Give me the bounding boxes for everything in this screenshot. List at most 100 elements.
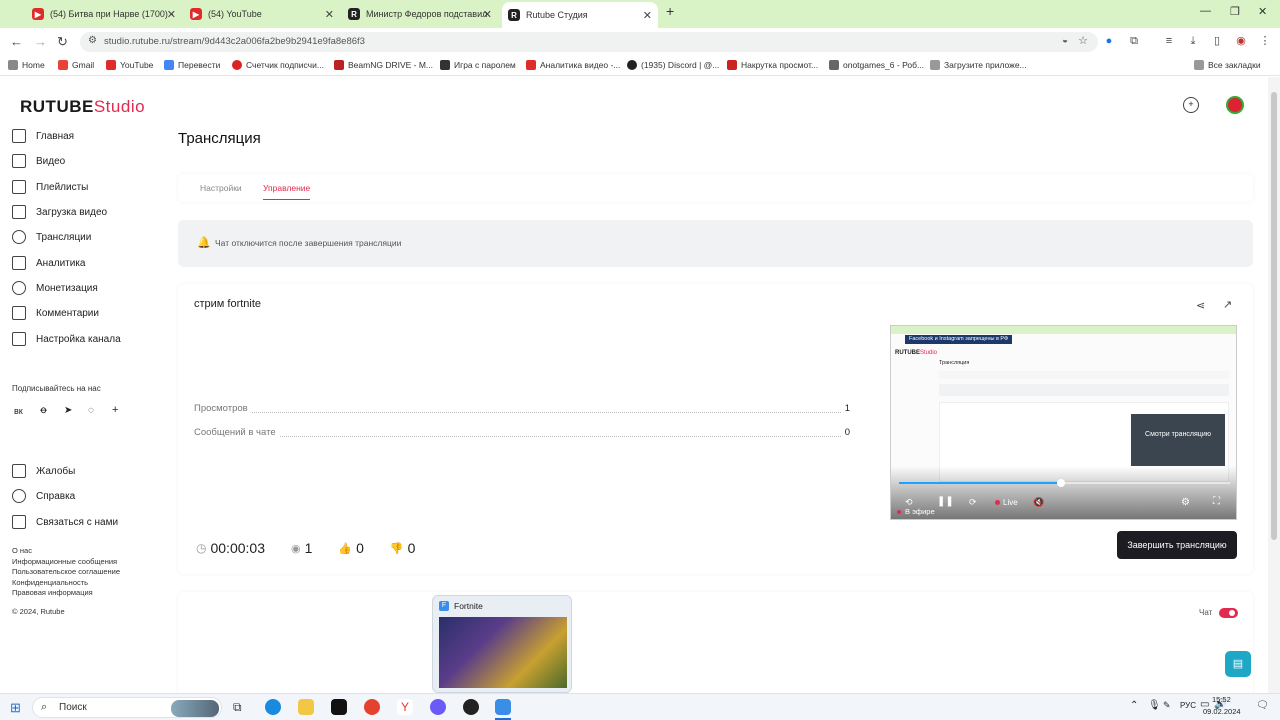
bookmark-item[interactable]: YouTube [106,60,153,70]
avatar[interactable] [1226,96,1244,114]
footer-link-info[interactable]: Информационные сообщения [12,557,117,566]
chat-toggle[interactable] [1219,608,1238,618]
upload-icon[interactable]: + [1183,97,1199,113]
site-info-icon[interactable]: ⚙ [88,35,97,46]
sidebar-item-monetization[interactable]: Монетизация [12,281,98,295]
finish-stream-button[interactable]: Завершить трансляцию [1117,531,1237,559]
live-label[interactable]: Live [1003,498,1018,507]
download-icon[interactable]: ⤓ [1187,35,1199,47]
footer-link-legal[interactable]: Правовая информация [12,588,93,597]
playlist-icon [12,180,26,194]
puzzle-icon[interactable]: ⧉ [1128,35,1140,47]
external-link-icon[interactable]: ↗ [1223,298,1232,311]
discord-icon[interactable] [430,699,446,715]
bookmark-item[interactable]: Загрузите приложе... [930,60,1027,70]
close-icon[interactable]: ✕ [643,9,652,22]
bookmark-item[interactable]: Gmail [58,60,94,70]
explorer-icon[interactable] [298,699,314,715]
share-icon[interactable]: ⋖ [1196,299,1205,312]
sidebar-item-contact[interactable]: Связаться с нами [12,515,118,529]
bookmark-item[interactable]: Аналитика видео -... [526,60,620,70]
bookmark-item[interactable]: (1935) Discord | @... [627,60,719,70]
fortnite-taskbar-icon[interactable] [495,699,511,715]
viewers-icon: ◉ [290,542,301,555]
browser-tab[interactable]: R Министр Федоров подставил ✕ [342,4,498,24]
edge-icon[interactable] [265,699,281,715]
sidebar-item-analytics[interactable]: Аналитика [12,256,86,270]
reading-list-icon[interactable]: ≡ [1163,35,1175,47]
vk-icon[interactable]: вк [14,406,23,416]
new-tab-button[interactable]: + [666,3,674,19]
menu-icon[interactable]: ⋮ [1259,35,1271,47]
taskbar-search[interactable]: ⌕ Поиск [32,697,222,718]
clock-date[interactable]: 09.02.2024 [1203,707,1241,716]
pause-icon[interactable]: ❚❚ [937,496,954,507]
close-icon[interactable]: ✕ [167,8,176,21]
tab-management[interactable]: Управление [263,183,311,200]
footer-link-terms[interactable]: Пользовательское соглашение [12,567,120,576]
url-input[interactable]: ⚙ studio.rutube.ru/stream/9d443c2a006fa2… [80,32,1098,52]
sidebar-item-upload[interactable]: Загрузка видео [12,205,107,219]
language-indicator[interactable]: РУС [1180,701,1196,710]
forward-icon[interactable]: → [34,34,47,49]
bookmark-item[interactable]: Перевести [164,60,220,70]
back-icon[interactable]: ← [10,34,23,49]
minimize-icon[interactable]: — [1200,5,1211,17]
bookmark-item[interactable]: Накрутка просмот... [727,60,818,70]
pen-icon[interactable]: ✎ [1163,700,1171,711]
settings-icon[interactable]: ⚙ [1181,497,1190,508]
whatsapp-icon[interactable]: ◌ [88,405,94,416]
profile-avatar[interactable]: ◉ [1235,35,1247,47]
sidebar-item-comments[interactable]: Комментарии [12,306,99,320]
tiktok-icon[interactable] [331,699,347,715]
stream-player[interactable]: Facebook и Instagram запрещены в РФ RUTU… [890,325,1237,520]
close-icon[interactable]: ✕ [483,8,492,21]
chevron-up-icon[interactable]: ⌃ [1130,700,1138,711]
footer-link-privacy[interactable]: Конфиденциальность [12,578,88,587]
task-view-icon[interactable]: ⧉ [233,700,242,715]
obs-icon[interactable] [463,699,479,715]
mute-icon[interactable]: 🔇 [1033,497,1044,508]
sidebar-item-streams[interactable]: Трансляции [12,230,91,244]
tab-settings[interactable]: Настройки [200,183,242,193]
bookmark-item[interactable]: Игра с паролем [440,60,516,70]
close-window-icon[interactable]: ✕ [1258,5,1267,18]
star-icon[interactable]: ☆ [1078,34,1088,47]
sidebar-item-video[interactable]: Видео [12,154,65,168]
windows-start-icon[interactable]: ⊞ [10,700,21,716]
footer-link-about[interactable]: О нас [12,546,32,555]
telegram-icon[interactable]: ➤ [64,405,72,416]
reload-icon[interactable]: ↻ [57,34,68,50]
taskbar-preview[interactable]: F Fortnite [432,595,572,693]
scrollbar-thumb[interactable] [1271,92,1277,540]
mic-icon[interactable]: 🎙 [1148,700,1161,711]
notifications-icon[interactable]: 🗨 [1256,700,1269,711]
forward-10-icon[interactable]: ⟳ [969,497,977,508]
chat-bubble-icon[interactable]: ▤ [1225,651,1251,677]
fullscreen-icon[interactable]: ⛶ [1213,496,1220,507]
browser-tab[interactable]: ▶ (54) Битва при Нарве (1700) - ✕ [26,4,182,24]
sidebar-item-channel-settings[interactable]: Настройка канала [12,332,121,346]
rutube-studio-logo[interactable]: RUTUBEStudio [20,97,145,117]
yandex-icon[interactable]: Y [397,699,413,715]
all-bookmarks[interactable]: Все закладки [1194,60,1261,70]
sidebar-item-help[interactable]: Справка [12,489,75,503]
maximize-icon[interactable]: ❐ [1230,5,1240,18]
bookmark-item[interactable]: onotgames_6 - Роб... [829,60,924,70]
chrome-icon[interactable] [364,699,380,715]
sidepanel-icon[interactable]: ▯ [1211,35,1223,47]
browser-tab-active[interactable]: R Rutube Студия ✕ [502,2,658,28]
browser-tab[interactable]: ▶ (54) YouTube ✕ [184,4,340,24]
sidebar-item-complaints[interactable]: Жалобы [12,464,75,478]
extension-icon[interactable]: ● [1103,35,1115,47]
more-social-icon[interactable]: + [112,404,118,416]
views-row: Просмотров 1 [194,403,850,414]
sidebar-item-playlists[interactable]: Плейлисты [12,180,88,194]
bookmark-item[interactable]: Счетчик подписчи... [232,60,324,70]
bookmark-item[interactable]: BeamNG DRIVE - M... [334,60,433,70]
clock-time[interactable]: 15:52 [1212,695,1231,704]
bookmark-item[interactable]: Home [8,60,45,70]
ok-icon[interactable]: ꝋ [40,405,47,416]
sidebar-item-home[interactable]: Главная [12,129,74,143]
close-icon[interactable]: ✕ [325,8,334,21]
